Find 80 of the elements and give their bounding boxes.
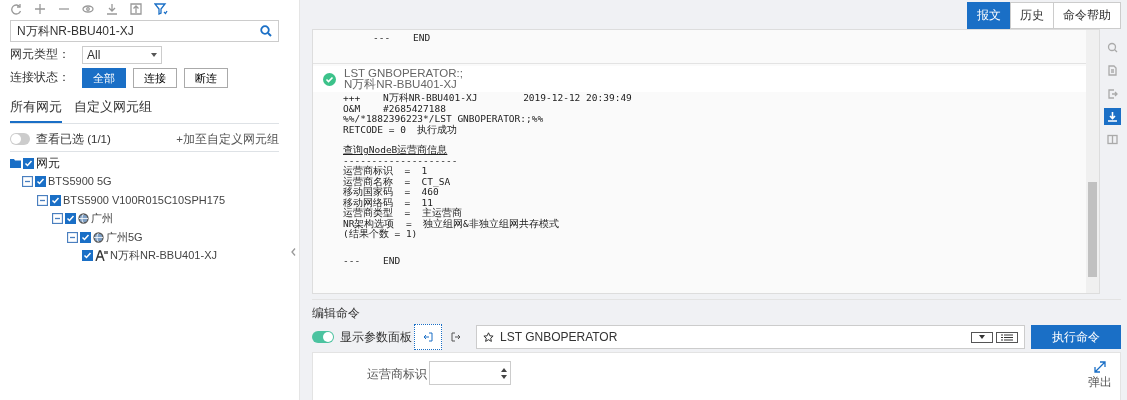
- list-button[interactable]: [996, 331, 1018, 343]
- output-line: NR架构选项 = 独立组网&非独立组网共存模式: [343, 218, 560, 230]
- add-icon[interactable]: [34, 2, 46, 15]
- checkbox[interactable]: [23, 157, 34, 169]
- caret-icon: [979, 335, 985, 340]
- tab[interactable]: 自定义网元组: [74, 94, 152, 123]
- filter-label: 网元类型：: [10, 47, 71, 63]
- collapse-icon[interactable]: [37, 194, 48, 206]
- output-line: O&M #2685427188: [343, 103, 447, 115]
- device-icon: [95, 250, 108, 261]
- tab[interactable]: 所有网元: [10, 94, 62, 123]
- star-icon[interactable]: [483, 331, 494, 343]
- checkbox[interactable]: [50, 194, 61, 206]
- tree-item-label[interactable]: 广州5G: [106, 228, 143, 246]
- toggle-switch[interactable]: [10, 133, 30, 146]
- refresh-icon[interactable]: [10, 2, 22, 15]
- search-icon[interactable]: [260, 25, 272, 37]
- tree-item-label[interactable]: BTS5900 5G: [48, 173, 112, 190]
- filter-button[interactable]: 连接: [133, 68, 177, 88]
- add-to-group-link[interactable]: +加至自定义网元组: [176, 130, 279, 148]
- output-line: RETCODE = 0 执行成功: [343, 124, 459, 136]
- output-line: 查询gNodeB运营商信息: [343, 145, 449, 156]
- expand-icon[interactable]: [1094, 361, 1106, 374]
- filter-label: 连接状态：: [10, 70, 71, 86]
- tree-item-label[interactable]: BTS5900 V100R015C10SPH175: [63, 191, 226, 209]
- caret-icon: [151, 53, 157, 57]
- upload-icon[interactable]: [130, 2, 142, 15]
- type-select[interactable]: All: [82, 46, 162, 64]
- tab[interactable]: 报文: [967, 2, 1011, 30]
- output-line: 移动网络码 = 11: [343, 197, 434, 209]
- command-name: LST GNBOPERATOR:;: [344, 68, 463, 80]
- tree-item-label[interactable]: 广州: [91, 210, 113, 227]
- download-icon[interactable]: [106, 2, 118, 15]
- output-line: --------------------: [343, 155, 459, 166]
- checkbox[interactable]: [65, 213, 76, 224]
- output-line: --- END: [373, 33, 432, 44]
- list-icon: [1001, 333, 1013, 341]
- tab[interactable]: 历史: [1010, 2, 1054, 30]
- globe-icon: [78, 213, 89, 224]
- output-line: --- END: [343, 255, 402, 267]
- number-field[interactable]: [429, 361, 511, 386]
- checkbox[interactable]: [82, 250, 93, 261]
- param-label: 运营商标识: [366, 366, 427, 384]
- import-icon: [423, 332, 433, 343]
- section-title: 编辑命令: [312, 305, 361, 323]
- run-command-button[interactable]: 执行命令: [1031, 325, 1121, 350]
- ne-name: N万科NR-BBU401-XJ: [344, 79, 457, 91]
- output-line: %%/*1882396223*/LST GNBOPERATOR:;%%: [343, 114, 545, 125]
- tab[interactable]: 命令帮助: [1053, 2, 1121, 30]
- checkbox[interactable]: [35, 176, 46, 187]
- folder-icon: [10, 158, 21, 168]
- dropdown-button[interactable]: [971, 331, 993, 343]
- tree-item-label[interactable]: N万科NR-BBU401-XJ: [110, 247, 217, 264]
- collapse-icon[interactable]: [52, 213, 63, 224]
- checkbox[interactable]: [80, 231, 91, 243]
- output-line: 运营商名称 = CT_SA: [343, 176, 452, 187]
- filter-button[interactable]: 断连: [184, 68, 228, 88]
- input-panel-button[interactable]: [414, 324, 442, 351]
- filter-button[interactable]: 全部: [82, 68, 126, 88]
- toggle-switch[interactable]: [312, 331, 334, 344]
- eye-icon[interactable]: [82, 2, 94, 15]
- popout-label[interactable]: 弹出: [1088, 373, 1112, 392]
- output-line: 运营商标识 = 1: [343, 166, 429, 177]
- tree-item-label[interactable]: 网元: [36, 154, 60, 172]
- search-field[interactable]: N万科NR-BBU401-XJ: [10, 20, 279, 42]
- filter-icon[interactable]: [154, 2, 168, 15]
- toggle-label: 查看已选 (1/1): [36, 131, 112, 147]
- spinner-icon[interactable]: [501, 367, 507, 379]
- output-line: (结果个数 = 1): [343, 229, 419, 240]
- export-icon: [451, 332, 461, 343]
- collapse-panel-icon[interactable]: [290, 247, 296, 256]
- collapse-icon[interactable]: [22, 176, 33, 187]
- output-line: +++ N万科NR-BBU401-XJ 2019-12-12 20:39:49: [343, 93, 633, 104]
- scrollbar[interactable]: [1086, 30, 1099, 294]
- command-field[interactable]: LST GNBOPERATOR: [476, 325, 1025, 350]
- globe-icon: [93, 231, 104, 243]
- output-line: 移动国家码 = 460: [343, 187, 439, 198]
- toggle-label: 显示参数面板: [340, 329, 413, 347]
- output-line: 运营商类型 = 主运营商: [343, 208, 463, 219]
- collapse-icon[interactable]: [67, 231, 78, 243]
